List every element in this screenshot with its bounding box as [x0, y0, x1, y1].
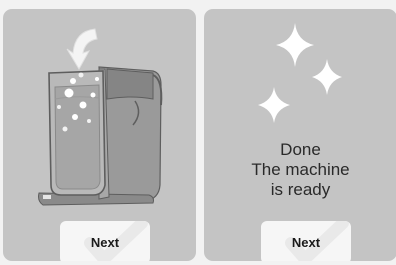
done-message-line1: The machine [251, 160, 350, 179]
step-panel-insert: Next [3, 9, 196, 261]
sparkle-icon [312, 59, 342, 95]
done-message: Done The machine is ready [204, 140, 396, 200]
step-panel-done: Done The machine is ready Next [204, 9, 396, 261]
done-heading: Done [280, 140, 321, 159]
setup-steps-screen: Next Done The machine is ready Next [0, 0, 396, 265]
next-button-label: Next [90, 235, 120, 250]
sparkle-icon [258, 87, 290, 123]
done-message-line2: is ready [270, 180, 331, 199]
next-button-label: Next [291, 235, 321, 250]
next-button[interactable]: Next [60, 221, 150, 261]
sparkle-icons [258, 23, 342, 123]
sparkle-icon [276, 23, 314, 67]
next-button[interactable]: Next [261, 221, 351, 261]
